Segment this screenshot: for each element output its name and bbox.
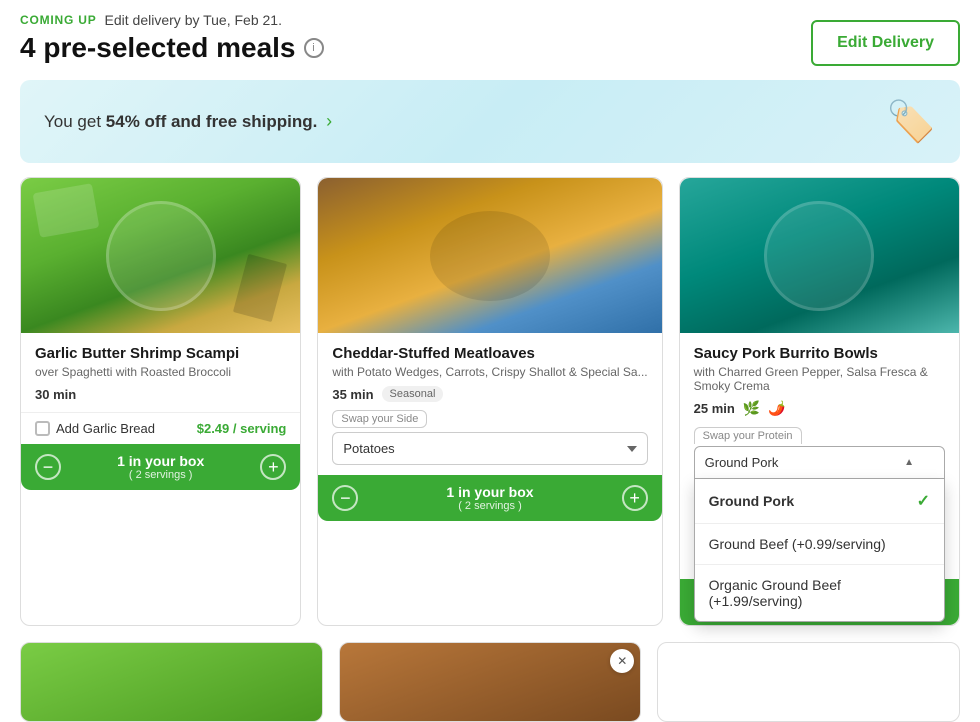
meal-image-shrimp: [21, 178, 300, 333]
addon-label: Add Garlic Bread: [56, 421, 155, 436]
swap-protein-section: Swap your Protein Ground Pork ▲ Ground P…: [680, 425, 959, 479]
edit-delivery-button[interactable]: Edit Delivery: [811, 20, 960, 66]
decrease-button[interactable]: −: [35, 454, 61, 480]
meal-title: Cheddar-Stuffed Meatloaves: [332, 345, 647, 362]
meal-card-meatloaf: Cheddar-Stuffed Meatloaves with Potato W…: [317, 177, 662, 626]
chevron-up-icon: ▲: [904, 457, 914, 468]
seasonal-badge: Seasonal: [382, 386, 444, 402]
meal-time: 35 min: [332, 387, 373, 402]
swap-select-wrapper: Ground Pork ▲ Ground Pork ✓ Ground Beef …: [694, 446, 945, 479]
servings-label: ( 2 servings ): [446, 500, 533, 512]
dropdown-item-organic-beef[interactable]: Organic Ground Beef (+1.99/serving): [695, 564, 944, 621]
close-card-button[interactable]: ✕: [610, 649, 634, 673]
bottom-row: ✕: [0, 642, 980, 722]
discount-arrow: ›: [326, 111, 332, 131]
diet-icon-pepper: 🌶️: [768, 400, 785, 417]
meal-card-burrito: Saucy Pork Burrito Bowls with Charred Gr…: [679, 177, 960, 626]
bottom-card-3: [657, 642, 960, 722]
quantity-label: 1 in your box: [117, 453, 204, 469]
meal-subtitle: over Spaghetti with Roasted Broccoli: [35, 365, 286, 379]
coming-up-row: COMING UP Edit delivery by Tue, Feb 21.: [20, 12, 324, 28]
servings-label: ( 2 servings ): [117, 469, 204, 481]
pre-selected-row: 4 pre-selected meals i: [20, 32, 324, 64]
coming-up-text: Edit delivery by Tue, Feb 21.: [105, 12, 282, 28]
quantity-bar-shrimp: − 1 in your box ( 2 servings ) +: [21, 444, 300, 490]
swap-select-side[interactable]: Potatoes Salad Green Beans: [332, 432, 647, 465]
swap-select-open-display[interactable]: Ground Pork ▲: [694, 446, 945, 479]
dropdown-item-ground-beef[interactable]: Ground Beef (+0.99/serving): [695, 523, 944, 564]
info-icon[interactable]: i: [304, 38, 324, 58]
meal-image-burrito: [680, 178, 959, 333]
meal-card-shrimp: Garlic Butter Shrimp Scampi over Spaghet…: [20, 177, 301, 626]
addon-checkbox[interactable]: [35, 421, 50, 436]
meal-time: 30 min: [35, 387, 76, 402]
meal-info-meatloaf: Cheddar-Stuffed Meatloaves with Potato W…: [318, 333, 661, 402]
header: COMING UP Edit delivery by Tue, Feb 21. …: [0, 0, 980, 66]
selected-protein-label: Ground Pork: [705, 455, 779, 470]
dropdown-item-ground-pork[interactable]: Ground Pork ✓: [695, 479, 944, 523]
addon-row: Add Garlic Bread $2.49 / serving: [21, 412, 300, 444]
tag-icon: 🏷️: [886, 98, 936, 145]
page-title: 4 pre-selected meals: [20, 32, 296, 64]
quantity-label: 1 in your box: [446, 484, 533, 500]
discount-banner[interactable]: You get 54% off and free shipping. › 🏷️: [20, 80, 960, 163]
dropdown-item-label: Ground Pork: [709, 493, 795, 509]
bottom-card-2: ✕: [339, 642, 642, 722]
meal-info-shrimp: Garlic Butter Shrimp Scampi over Spaghet…: [21, 333, 300, 404]
meal-info-burrito: Saucy Pork Burrito Bowls with Charred Gr…: [680, 333, 959, 417]
quantity-text: 1 in your box ( 2 servings ): [446, 484, 533, 512]
left-header: COMING UP Edit delivery by Tue, Feb 21. …: [20, 12, 324, 64]
meal-title: Garlic Butter Shrimp Scampi: [35, 345, 286, 362]
meal-meta: 35 min Seasonal: [332, 386, 647, 402]
diet-icon-leaf: 🌿: [743, 400, 760, 417]
meal-time: 25 min: [694, 401, 735, 416]
check-icon: ✓: [917, 491, 930, 511]
bottom-card-1: [20, 642, 323, 722]
dropdown-item-label: Organic Ground Beef (+1.99/serving): [709, 577, 930, 609]
dropdown-item-label: Ground Beef (+0.99/serving): [709, 536, 886, 552]
swap-side-section: Swap your Side Potatoes Salad Green Bean…: [318, 410, 661, 475]
increase-button[interactable]: +: [260, 454, 286, 480]
meal-meta: 30 min: [35, 386, 286, 404]
discount-text: You get 54% off and free shipping. ›: [44, 111, 332, 132]
meals-grid: Garlic Butter Shrimp Scampi over Spaghet…: [0, 177, 980, 626]
protein-dropdown: Ground Pork ✓ Ground Beef (+0.99/serving…: [694, 479, 945, 622]
swap-label: Swap your Protein: [694, 427, 802, 444]
decrease-button[interactable]: −: [332, 485, 358, 511]
meal-meta: 25 min 🌿 🌶️: [694, 400, 945, 417]
meal-image-meatloaf: [318, 178, 661, 333]
meal-title: Saucy Pork Burrito Bowls: [694, 345, 945, 362]
quantity-text: 1 in your box ( 2 servings ): [117, 453, 204, 481]
meal-subtitle: with Potato Wedges, Carrots, Crispy Shal…: [332, 365, 647, 379]
coming-up-label: COMING UP: [20, 13, 97, 27]
quantity-bar-meatloaf: − 1 in your box ( 2 servings ) +: [318, 475, 661, 521]
swap-label: Swap your Side: [332, 410, 427, 428]
increase-button[interactable]: +: [622, 485, 648, 511]
meal-subtitle: with Charred Green Pepper, Salsa Fresca …: [694, 365, 945, 393]
addon-price: $2.49 / serving: [197, 421, 287, 436]
